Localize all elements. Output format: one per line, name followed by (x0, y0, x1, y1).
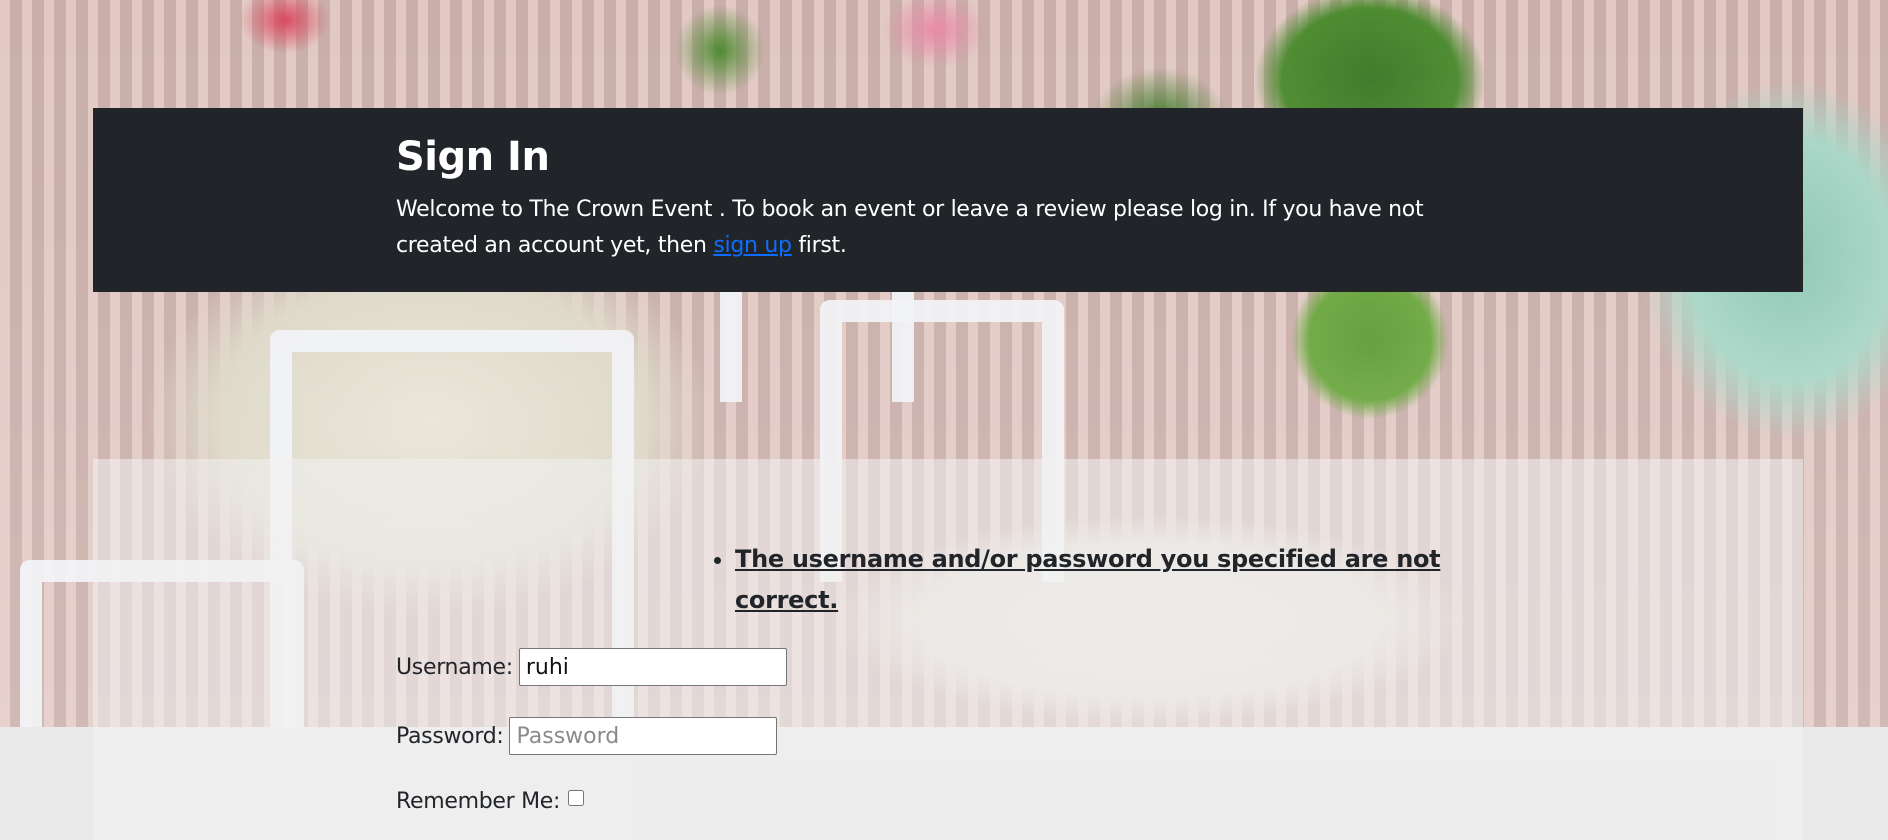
welcome-text-outro: first. (791, 233, 847, 258)
password-row: Password: (396, 717, 778, 755)
password-input[interactable] (509, 717, 778, 755)
welcome-text-intro: Welcome to The Crown Event . To book an … (396, 197, 1424, 258)
username-row: Username: (396, 648, 787, 686)
header-content: Sign In Welcome to The Crown Event . To … (396, 134, 1506, 264)
login-form-panel: The username and/or password you specifi… (93, 459, 1803, 840)
page: Sign In Welcome to The Crown Event . To … (0, 0, 1888, 840)
remember-me-row: Remember Me: (396, 789, 585, 814)
remember-me-checkbox[interactable] (568, 789, 585, 806)
page-title: Sign In (396, 134, 550, 180)
form-error-list: The username and/or password you specifi… (693, 539, 1495, 621)
welcome-text: Welcome to The Crown Event . To book an … (396, 192, 1506, 264)
sign-in-header: Sign In Welcome to The Crown Event . To … (93, 108, 1803, 292)
username-label: Username: (396, 654, 513, 680)
form-error-message: The username and/or password you specifi… (735, 539, 1495, 621)
remember-me-label: Remember Me: (396, 789, 561, 814)
sign-up-link[interactable]: sign up (713, 233, 792, 258)
username-input[interactable] (518, 648, 787, 686)
password-label: Password: (396, 723, 504, 749)
